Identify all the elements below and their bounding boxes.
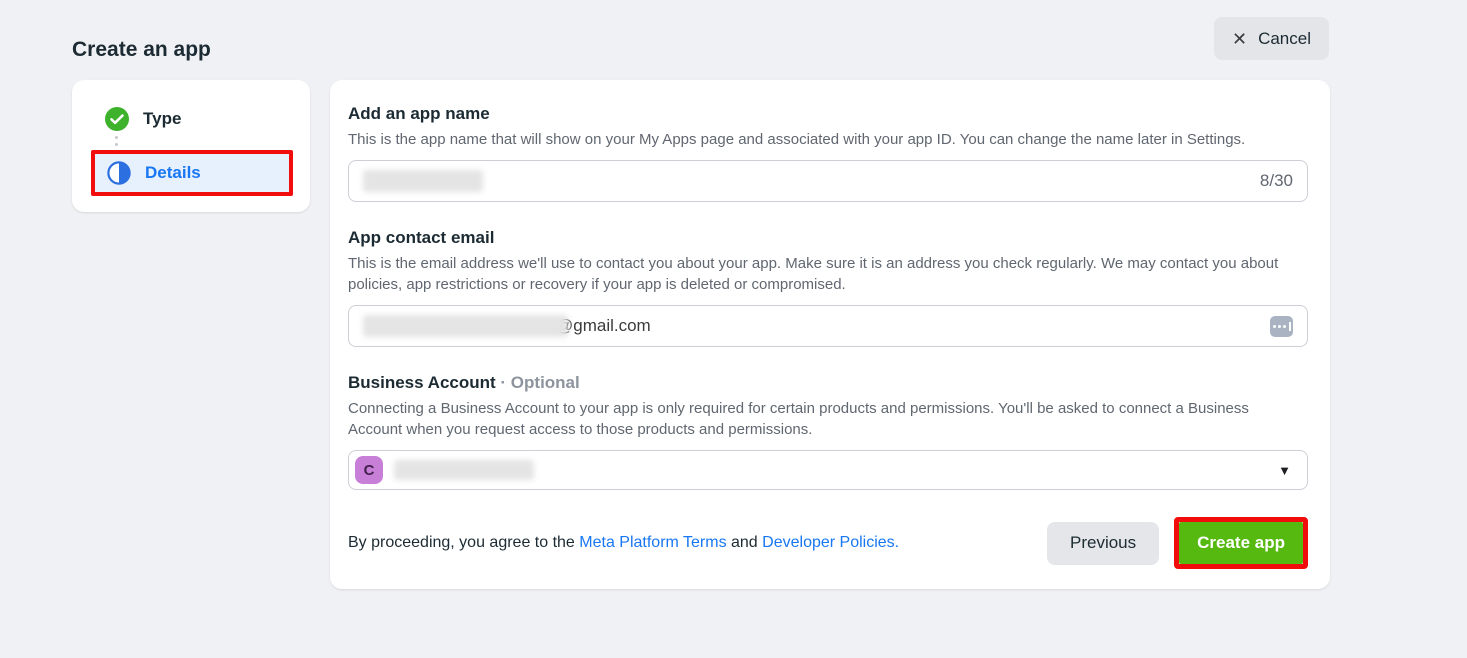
half-circle-icon xyxy=(107,161,131,185)
annotation-box-create-app: Create app xyxy=(1174,517,1308,569)
annotation-box-details: Details xyxy=(91,150,293,196)
stepper-card: Type Details xyxy=(72,80,310,212)
redacted-app-name-value xyxy=(363,170,483,192)
cancel-button-label: Cancel xyxy=(1258,29,1311,49)
business-account-section: Business Account · Optional Connecting a… xyxy=(348,373,1308,490)
create-app-button[interactable]: Create app xyxy=(1179,522,1303,564)
app-name-section: Add an app name This is the app name tha… xyxy=(348,104,1308,202)
redacted-business-account-name xyxy=(394,460,534,480)
stepper-connector xyxy=(72,136,310,146)
business-account-dropdown[interactable]: C ▼ xyxy=(348,450,1308,490)
page-title: Create an app xyxy=(72,38,211,62)
autofill-icon[interactable] xyxy=(1270,316,1293,337)
form-footer: By proceeding, you agree to the Meta Pla… xyxy=(348,517,1308,569)
business-account-optional-label: · Optional xyxy=(496,373,580,392)
close-icon: ✕ xyxy=(1232,30,1247,48)
check-circle-icon xyxy=(105,107,129,131)
previous-button[interactable]: Previous xyxy=(1047,522,1159,565)
stepper-item-details-label: Details xyxy=(145,163,201,183)
meta-platform-terms-link[interactable]: Meta Platform Terms xyxy=(579,534,726,551)
email-visible-suffix: @gmail.com xyxy=(556,316,651,336)
stepper-item-type[interactable]: Type xyxy=(72,107,310,131)
create-app-page: Create an app ✕ Cancel Type Details xyxy=(0,0,1467,658)
create-app-form-card: Add an app name This is the app name tha… xyxy=(330,80,1330,589)
cancel-button[interactable]: ✕ Cancel xyxy=(1214,17,1329,60)
contact-email-label: App contact email xyxy=(348,228,1308,248)
developer-policies-link[interactable]: Developer Policies. xyxy=(762,534,899,551)
business-account-label: Business Account · Optional xyxy=(348,373,1308,393)
business-account-avatar: C xyxy=(355,456,383,484)
business-account-description: Connecting a Business Account to your ap… xyxy=(348,398,1293,440)
contact-email-input[interactable]: @gmail.com xyxy=(348,305,1308,347)
redacted-email-value xyxy=(363,315,568,337)
app-name-description: This is the app name that will show on y… xyxy=(348,129,1293,150)
stepper-item-type-label: Type xyxy=(143,109,181,129)
app-name-label: Add an app name xyxy=(348,104,1308,124)
stepper-item-details[interactable]: Details xyxy=(95,154,289,192)
app-name-char-counter: 8/30 xyxy=(1260,171,1293,191)
contact-email-description: This is the email address we'll use to c… xyxy=(348,253,1293,295)
app-name-input[interactable]: 8/30 xyxy=(348,160,1308,202)
chevron-down-icon: ▼ xyxy=(1278,463,1291,478)
agreement-text: By proceeding, you agree to the Meta Pla… xyxy=(348,534,899,552)
contact-email-section: App contact email This is the email addr… xyxy=(348,228,1308,347)
